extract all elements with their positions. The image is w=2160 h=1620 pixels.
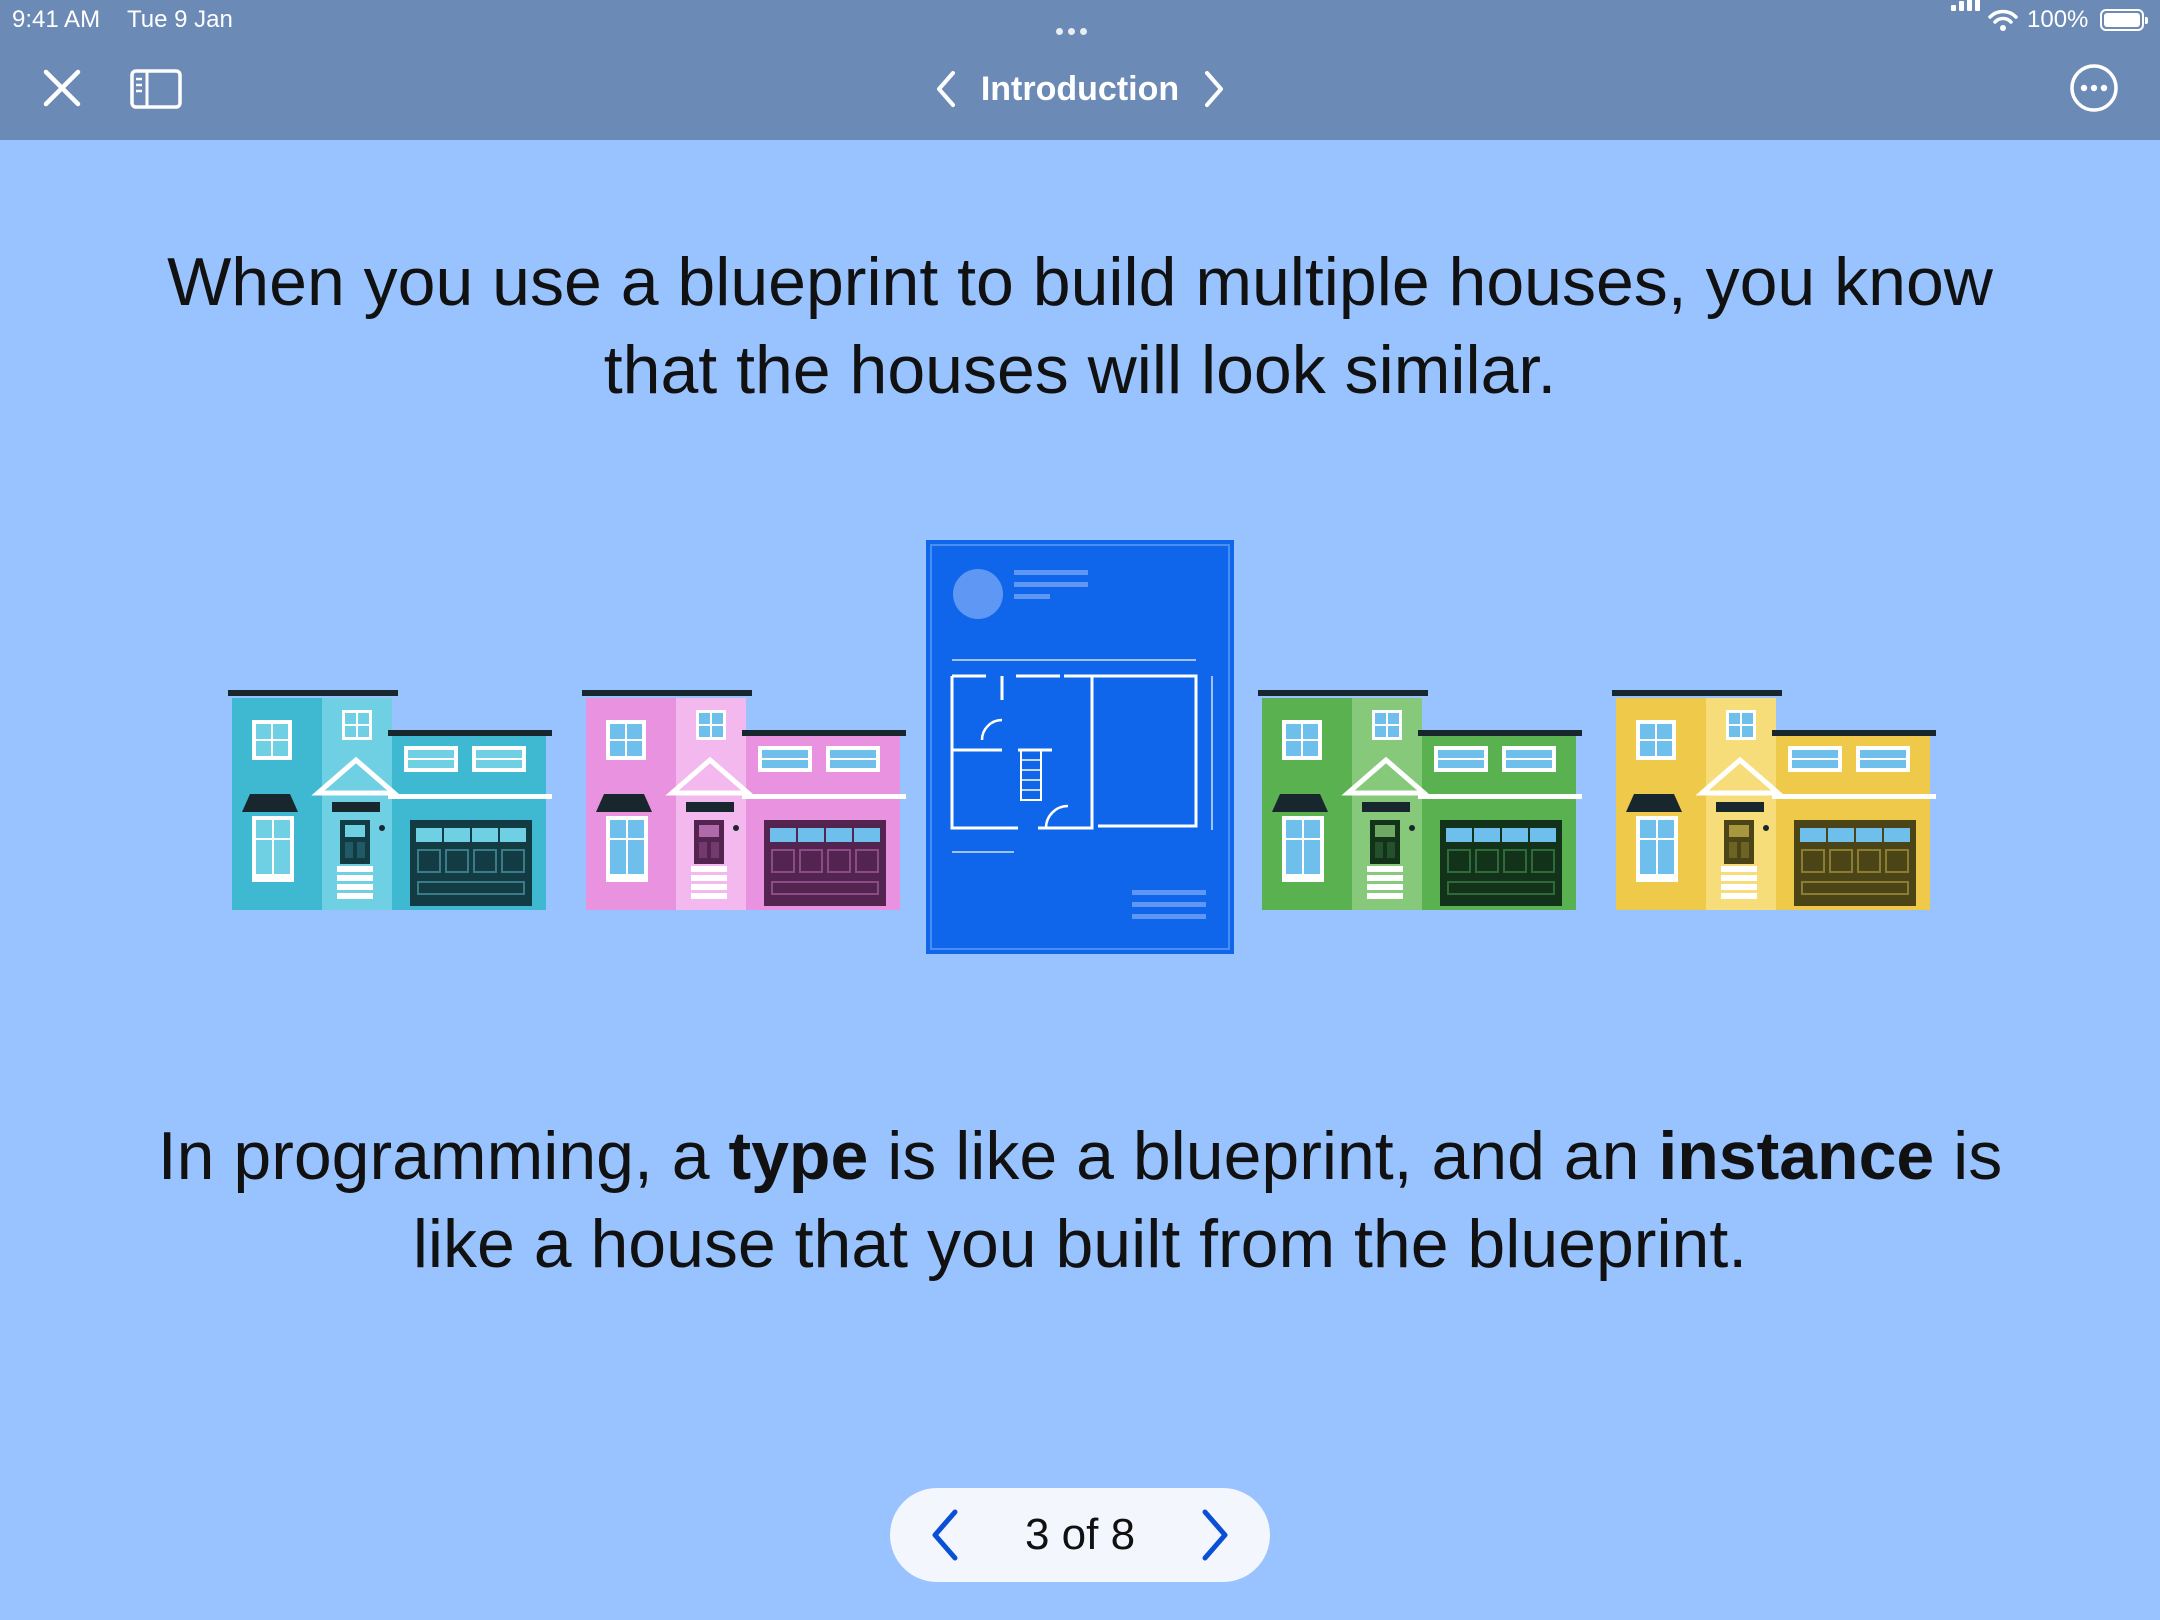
sidebar-toggle-button[interactable]: [128, 64, 184, 114]
chevron-left-icon: [937, 71, 955, 107]
caption-part-1: In programming, a: [157, 1118, 729, 1194]
type-keyword: type: [728, 1118, 869, 1194]
page-control: 3 of 8: [890, 1488, 1270, 1582]
explanation-text: In programming, a type is like a bluepri…: [110, 1112, 2050, 1288]
close-icon: [43, 69, 81, 107]
blueprint-image: [926, 540, 1234, 954]
previous-slide-button[interactable]: [912, 1502, 978, 1568]
yellow-house-image: [1612, 690, 1936, 910]
chevron-right-icon: [1205, 71, 1223, 107]
previous-page-button[interactable]: [920, 62, 972, 116]
wifi-icon: [1988, 9, 2018, 31]
battery-percentage: 100%: [2027, 6, 2089, 33]
page-navigator: Introduction: [920, 62, 1240, 116]
instance-keyword: instance: [1658, 1118, 1935, 1194]
pink-house-image: [582, 690, 906, 910]
close-button[interactable]: [36, 62, 88, 114]
caption-part-2: is like a blueprint, and an: [868, 1118, 1659, 1194]
status-time: 9:41 AM: [12, 6, 101, 33]
battery-icon: [2100, 9, 2148, 31]
status-date: Tue 9 Jan: [127, 6, 233, 33]
sidebar-icon: [130, 69, 182, 109]
more-icon: [2070, 64, 2118, 112]
chevron-left-icon: [932, 1509, 958, 1561]
status-bar: 9:41 AM Tue 9 Jan 100%: [0, 0, 2160, 40]
chevron-right-icon: [1202, 1509, 1228, 1561]
green-house-image: [1258, 690, 1582, 910]
next-slide-button[interactable]: [1182, 1502, 1248, 1568]
headline-text: When you use a blueprint to build multip…: [167, 244, 1993, 408]
page-indicator: 3 of 8: [1024, 1510, 1136, 1559]
navigation-bar: Introduction: [0, 40, 2160, 140]
more-button[interactable]: [2066, 60, 2122, 116]
page-title: Introduction: [980, 70, 1180, 108]
multitasking-dots-icon[interactable]: [1056, 14, 1092, 42]
next-page-button[interactable]: [1188, 62, 1240, 116]
teal-house-image: [228, 690, 552, 910]
